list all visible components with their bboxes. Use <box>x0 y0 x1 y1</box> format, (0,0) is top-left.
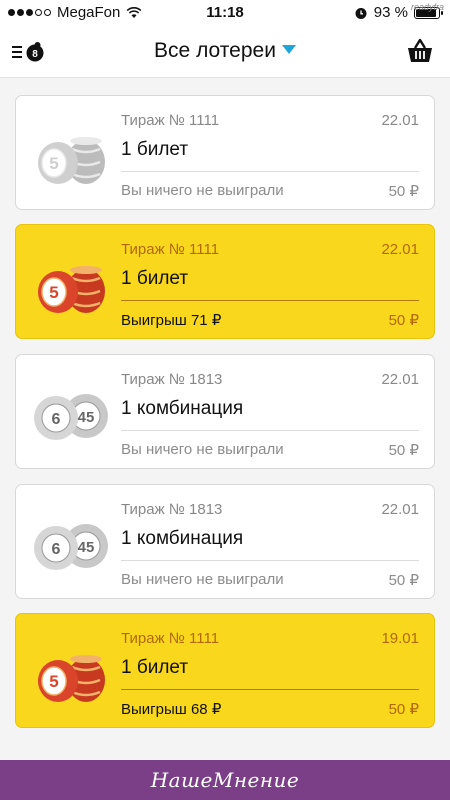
ticket-price: 50 ₽ <box>388 442 419 459</box>
ticket-card[interactable]: 5 Тираж № 1111 22.01 1 билет Вы ничего не в… <box>15 95 435 210</box>
card-divider <box>121 560 419 561</box>
card-divider <box>121 300 419 301</box>
draw-number: Тираж № 1813 <box>121 371 223 388</box>
svg-text:6: 6 <box>52 541 61 558</box>
draw-number: Тираж № 1111 <box>121 630 220 647</box>
app-screen: MegaFon 11:18 93 % readyfra 8 Все лотере… <box>0 0 450 800</box>
dropdown-triangle-icon <box>281 44 296 54</box>
svg-text:45: 45 <box>78 409 95 426</box>
keg-icon: 5 <box>30 251 114 317</box>
draw-date: 22.01 <box>381 112 419 129</box>
card-divider <box>121 171 419 172</box>
footer-logo-text: НашеМнение <box>150 768 300 792</box>
result-text: Вы ничего не выиграли <box>121 182 284 199</box>
ticket-card[interactable]: 5 Тираж № 1111 19.01 1 билет Выигрыш 68 ₽ 50… <box>15 613 435 728</box>
svg-text:45: 45 <box>78 539 95 556</box>
page-title: Все лотереи <box>154 39 276 62</box>
battery-percent: 93 % <box>373 4 408 21</box>
ticket-price: 50 ₽ <box>388 572 419 589</box>
alarm-icon <box>355 7 367 19</box>
ticket-card[interactable]: 45 6 Тираж № 1813 22.01 1 комбинация Вы нич… <box>15 484 435 599</box>
result-text: Выигрыш 71 ₽ <box>121 312 222 329</box>
ticket-card[interactable]: 5 Тираж № 1111 22.01 1 билет Выигрыш 71 ₽ 50… <box>15 224 435 339</box>
keg-icon: 5 <box>30 122 114 188</box>
result-text: Вы ничего не выиграли <box>121 441 284 458</box>
ticket-title: 1 билет <box>121 268 189 289</box>
ticket-title: 1 комбинация <box>121 398 244 419</box>
nav-bar: 8 Все лотереи <box>0 26 450 78</box>
lottery-filter-dropdown[interactable]: Все лотереи <box>0 39 450 63</box>
keg-icon: 5 <box>30 640 114 706</box>
balls-6-45-icon: 45 6 <box>30 381 114 447</box>
draw-date: 19.01 <box>381 630 419 647</box>
draw-date: 22.01 <box>381 501 419 518</box>
result-text: Выигрыш 68 ₽ <box>121 701 222 718</box>
ticket-title: 1 билет <box>121 657 189 678</box>
svg-text:5: 5 <box>49 154 58 173</box>
card-divider <box>121 430 419 431</box>
basket-icon[interactable] <box>406 38 434 64</box>
draw-date: 22.01 <box>381 371 419 388</box>
watermark-text: readyfra <box>410 2 444 12</box>
ticket-price: 50 ₽ <box>388 701 419 718</box>
svg-text:5: 5 <box>49 283 58 302</box>
draw-number: Тираж № 1813 <box>121 501 223 518</box>
ticket-price: 50 ₽ <box>388 312 419 329</box>
ticket-card[interactable]: 45 6 Тираж № 1813 22.01 1 комбинация Вы нич… <box>15 354 435 469</box>
footer-banner: НашеМнение <box>0 760 450 800</box>
draw-number: Тираж № 1111 <box>121 241 220 258</box>
svg-text:5: 5 <box>49 672 58 691</box>
svg-text:6: 6 <box>52 411 61 428</box>
draw-date: 22.01 <box>381 241 419 258</box>
ticket-title: 1 комбинация <box>121 528 244 549</box>
card-divider <box>121 689 419 690</box>
ticket-title: 1 билет <box>121 139 189 160</box>
draw-number: Тираж № 1111 <box>121 112 220 129</box>
status-bar: MegaFon 11:18 93 % readyfra <box>0 0 450 26</box>
ticket-price: 50 ₽ <box>388 183 419 200</box>
result-text: Вы ничего не выиграли <box>121 571 284 588</box>
balls-6-45-icon: 45 6 <box>30 511 114 577</box>
